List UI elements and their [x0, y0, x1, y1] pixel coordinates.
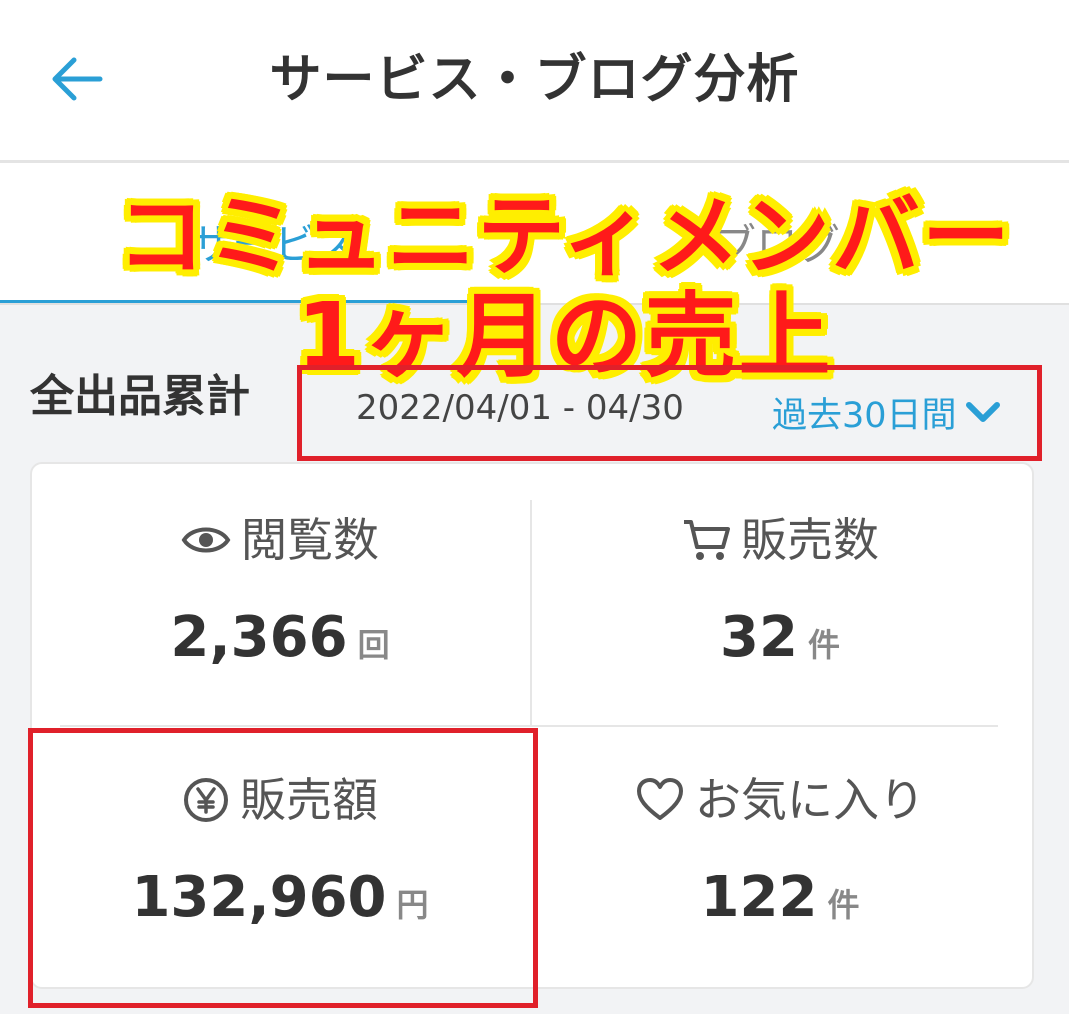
eye-icon — [181, 527, 231, 553]
stat-sales-value: 32 — [720, 605, 798, 670]
stat-favorites-value: 122 — [700, 865, 818, 930]
highlight-revenue-box — [28, 728, 538, 1008]
page-title: サービス・ブログ分析 — [269, 50, 800, 110]
stat-views-label: 閲覧数 — [241, 513, 379, 567]
overlay-caption-line1: コミュニティメンバー — [117, 185, 1012, 288]
stat-views-unit: 回 — [357, 626, 390, 664]
stat-favorites-label: お気に入り — [695, 773, 925, 827]
section-title: 全出品累計 — [30, 371, 250, 422]
stat-sales-unit: 件 — [807, 626, 840, 664]
heart-icon — [637, 778, 683, 820]
stat-views-value: 2,366 — [170, 605, 348, 670]
app-header: サービス・ブログ分析 — [0, 0, 1069, 163]
stats-horizontal-divider — [60, 725, 998, 727]
stat-favorites-unit: 件 — [827, 886, 860, 924]
cart-icon — [684, 520, 730, 560]
highlight-period-box — [297, 365, 1042, 461]
stat-sales-label: 販売数 — [741, 513, 879, 567]
